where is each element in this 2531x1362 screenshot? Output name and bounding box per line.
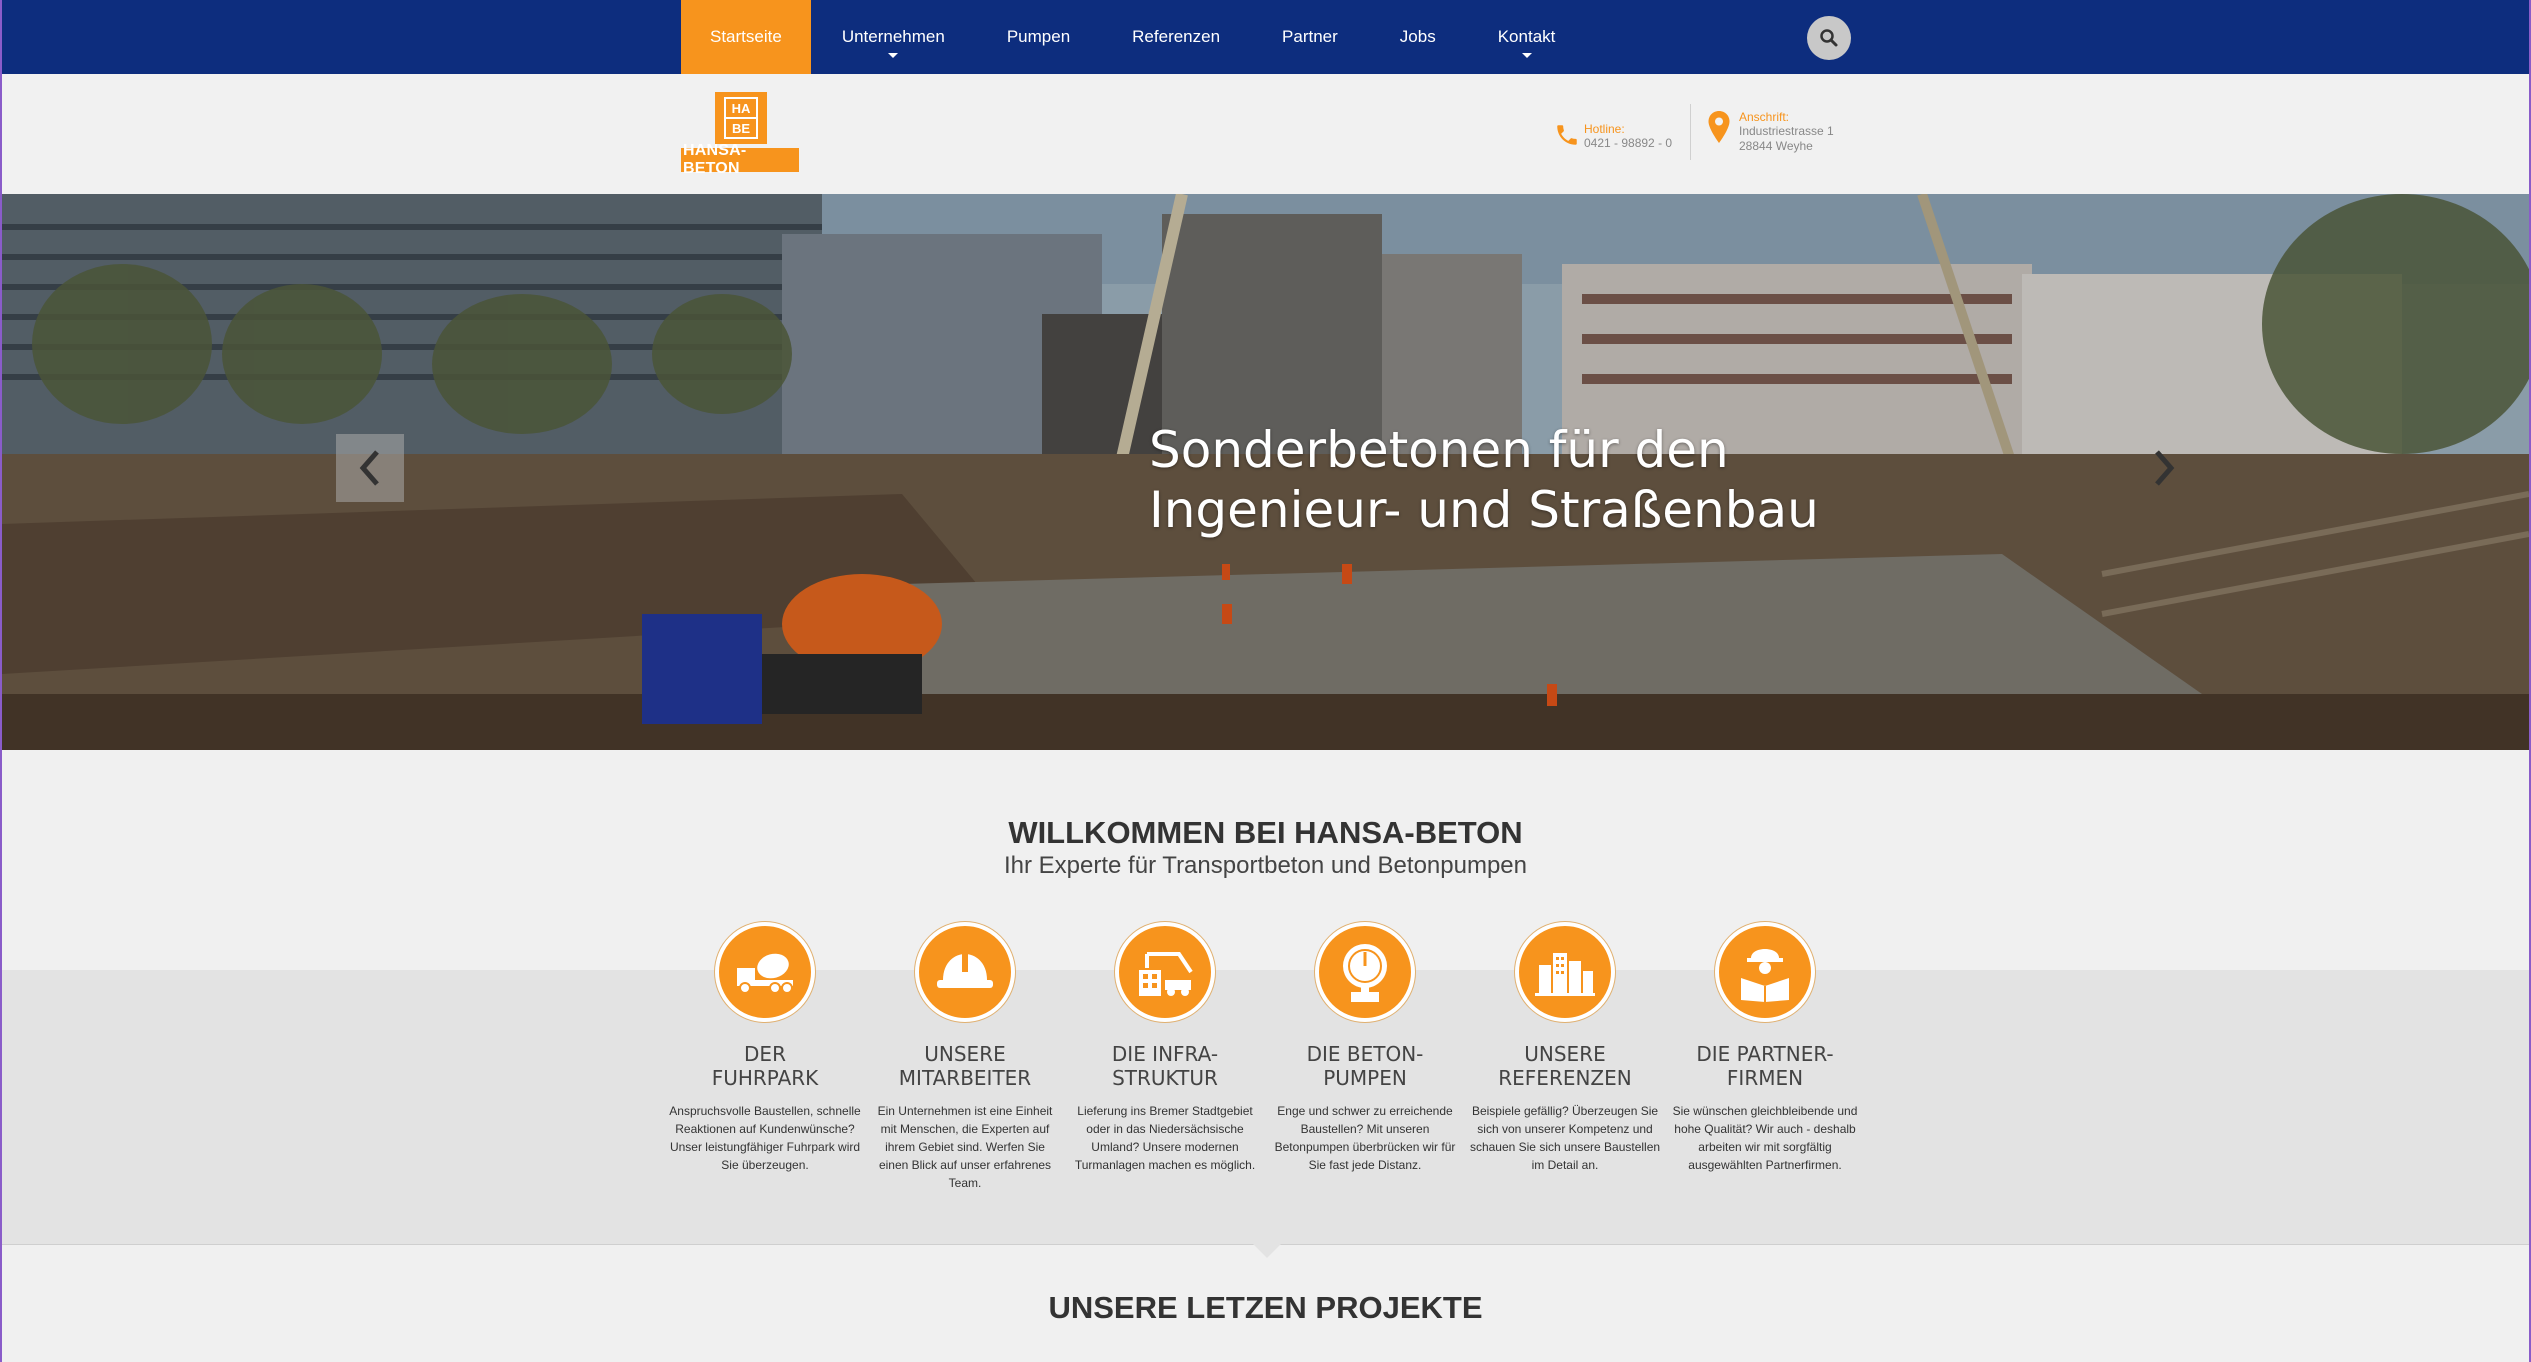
nav-label: Referenzen	[1132, 27, 1221, 46]
caret-down-icon	[1521, 53, 1532, 58]
feature-title-line1: DER	[744, 1042, 786, 1066]
feature-title-line2: FUHRPARK	[711, 1066, 819, 1090]
feature-title: DIE BETON- PUMPEN	[1265, 1042, 1465, 1090]
phone-icon	[1557, 125, 1577, 145]
hero-title: Sonderbetonen für den Ingenieur- und Str…	[1149, 420, 1949, 540]
logo-mark-top: HA	[732, 101, 751, 116]
worker-blueprint-icon	[1741, 949, 1789, 1002]
feature-icon-circle	[1315, 922, 1415, 1022]
logo-text: HANSA-BETON	[681, 142, 799, 177]
site-header: HA BE HANSA-BETON Hotline: 0421 - 98892 …	[2, 74, 2529, 194]
nav-item-pumpen[interactable]: Pumpen	[976, 0, 1101, 74]
feature-mitarbeiter[interactable]: UNSERE MITARBEITER Ein Unternehmen ist ei…	[865, 922, 1065, 1192]
map-pin-icon	[1708, 111, 1730, 143]
feature-icon-circle	[715, 922, 815, 1022]
feature-betonpumpen[interactable]: DIE BETON- PUMPEN Enge und schwer zu erre…	[1265, 922, 1465, 1192]
nav-label: Pumpen	[1006, 27, 1071, 46]
logo-mark: HA BE	[715, 92, 767, 144]
hero-title-line1: Sonderbetonen für den	[1149, 421, 1729, 479]
feature-icon-circle	[915, 922, 1015, 1022]
feature-text: Lieferung ins Bremer Stadtgebiet oder in…	[1074, 1104, 1256, 1172]
hotline-info[interactable]: Hotline: 0421 - 98892 - 0	[1554, 122, 1672, 151]
hero-slider: Sonderbetonen für den Ingenieur- und Str…	[2, 194, 2529, 750]
feature-icon-circle	[1515, 922, 1615, 1022]
feature-text: Beispiele gefällig? Überzeugen Sie sich …	[1469, 1104, 1661, 1172]
hard-hat-icon	[937, 952, 993, 988]
hansa-beton-logo[interactable]: HA BE HANSA-BETON	[681, 92, 799, 177]
feature-text: Ein Unternehmen ist eine Einheit mit Men…	[877, 1104, 1053, 1190]
feature-title: DER FUHRPARK	[665, 1042, 865, 1090]
hero-title-line2: Ingenieur- und Straßenbau	[1149, 481, 1819, 539]
address-city: 28844 Weyhe	[1739, 139, 1813, 153]
feature-title-line2: MITARBEITER	[898, 1066, 1032, 1090]
feature-title-line1: UNSERE	[924, 1042, 1006, 1066]
feature-referenzen[interactable]: UNSERE REFERENZEN Beispiele gefällig? Übe…	[1465, 922, 1665, 1192]
feature-icon-circle	[1115, 922, 1215, 1022]
nav-label: Jobs	[1399, 27, 1436, 46]
caret-down-icon	[888, 53, 899, 58]
nav-item-referenzen[interactable]: Referenzen	[1101, 0, 1251, 74]
feature-icon-circle	[1715, 922, 1815, 1022]
welcome-heading: WILLKOMMEN BEI HANSA-BETON	[1008, 815, 1523, 850]
feature-infrastruktur[interactable]: DIE INFRA- STRUKTUR Lieferung ins Bremer …	[1065, 922, 1265, 1192]
slider-next-button[interactable]	[2130, 434, 2198, 502]
nav-label: Startseite	[710, 27, 782, 46]
main-nav: Startseite Unternehmen Pumpen Referenzen…	[681, 0, 1586, 74]
nav-label: Kontakt	[1497, 27, 1556, 46]
crane-icon	[1139, 952, 1193, 996]
feature-title-line2: PUMPEN	[1323, 1066, 1407, 1090]
city-buildings-icon	[1535, 953, 1595, 996]
feature-title-line2: FIRMEN	[1726, 1066, 1804, 1090]
nav-item-kontakt[interactable]: Kontakt	[1467, 0, 1587, 74]
nav-item-jobs[interactable]: Jobs	[1369, 0, 1467, 74]
header-divider	[1690, 104, 1691, 160]
logo-mark-bottom: BE	[732, 121, 750, 136]
search-button[interactable]	[1807, 16, 1851, 60]
top-navbar: Startseite Unternehmen Pumpen Referenzen…	[2, 0, 2529, 74]
feature-title-line1: DIE PARTNER-	[1696, 1042, 1834, 1066]
feature-title: UNSERE MITARBEITER	[865, 1042, 1065, 1090]
nav-item-unternehmen[interactable]: Unternehmen	[811, 0, 976, 74]
hotline-number: 0421 - 98892 - 0	[1584, 136, 1673, 150]
feature-title-line2: STRUKTUR	[1112, 1066, 1218, 1090]
feature-title: DIE INFRA- STRUKTUR	[1065, 1042, 1265, 1090]
section-pointer	[1253, 1244, 1281, 1258]
feature-title-line1: UNSERE	[1524, 1042, 1606, 1066]
feature-text: Enge und schwer zu erreichende Baustelle…	[1274, 1104, 1456, 1172]
hotline-label: Hotline:	[1584, 122, 1625, 136]
feature-text: Anspruchsvolle Baustellen, schnelle Reak…	[669, 1104, 861, 1172]
feature-title-line1: DIE INFRA-	[1111, 1042, 1219, 1066]
nav-label: Partner	[1282, 27, 1338, 46]
search-icon	[1820, 29, 1838, 47]
feature-title: UNSERE REFERENZEN	[1465, 1042, 1665, 1090]
slider-prev-button[interactable]	[336, 434, 404, 502]
feature-title-line1: DIE BETON-	[1306, 1042, 1424, 1066]
truck-mixer-icon	[737, 953, 793, 994]
nav-item-startseite[interactable]: Startseite	[681, 0, 811, 74]
address-street: Industriestrasse 1	[1739, 124, 1834, 138]
pressure-gauge-icon	[1343, 944, 1387, 1002]
feature-title-line2: REFERENZEN	[1498, 1066, 1632, 1090]
address-info: Anschrift: Industriestrasse 1 28844 Weyh…	[1707, 110, 1834, 154]
address-label: Anschrift:	[1739, 110, 1790, 124]
features-row: DER FUHRPARK Anspruchsvolle Baustellen, s…	[665, 922, 1865, 1192]
welcome-subheading: Ihr Experte für Transportbeton und Beton…	[1004, 852, 1527, 879]
projects-heading: UNSERE LETZEN PROJEKTE	[1048, 1290, 1483, 1325]
feature-title: DIE PARTNER- FIRMEN	[1665, 1042, 1865, 1090]
nav-item-partner[interactable]: Partner	[1251, 0, 1369, 74]
chevron-left-icon	[359, 450, 379, 486]
feature-fuhrpark[interactable]: DER FUHRPARK Anspruchsvolle Baustellen, s…	[665, 922, 865, 1192]
chevron-right-icon	[2155, 450, 2175, 486]
nav-label: Unternehmen	[841, 27, 945, 46]
feature-partnerfirmen[interactable]: DIE PARTNER- FIRMEN Sie wünschen gleichbl…	[1665, 922, 1865, 1192]
feature-text: Sie wünschen gleichbleibende und hohe Qu…	[1672, 1104, 1858, 1172]
